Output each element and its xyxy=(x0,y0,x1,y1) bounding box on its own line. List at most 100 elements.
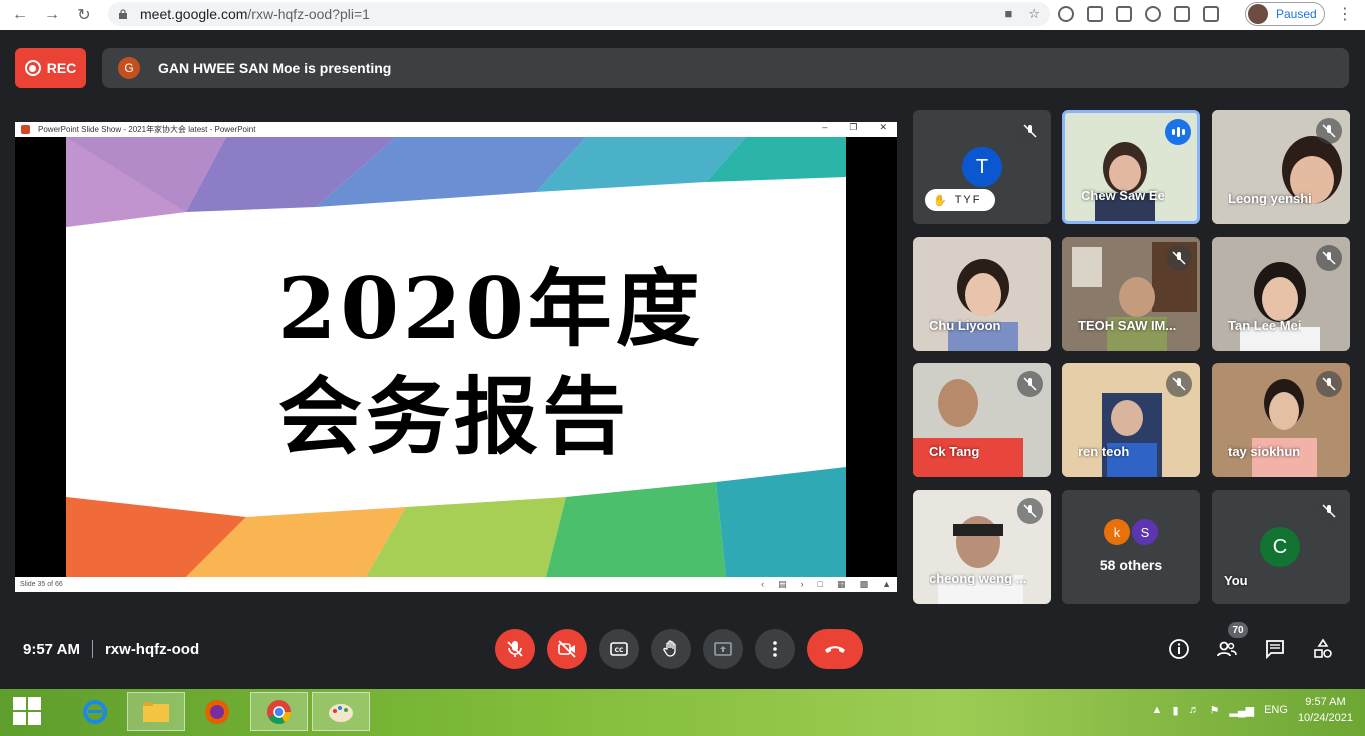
chat-button[interactable] xyxy=(1263,637,1287,661)
mic-off-icon xyxy=(1017,371,1043,397)
network-icon[interactable]: ▂▄▆ xyxy=(1229,704,1254,717)
participant-count-badge: 70 xyxy=(1228,622,1248,638)
raised-hand-icon: ✋ xyxy=(933,194,949,207)
mic-off-icon xyxy=(1017,118,1043,144)
extension-shield-icon[interactable] xyxy=(1116,6,1132,22)
participant-name: You xyxy=(1224,573,1248,588)
mic-off-icon xyxy=(1316,371,1342,397)
participant-tile[interactable]: ren teoh xyxy=(1062,363,1200,477)
battery-icon[interactable]: ▮ xyxy=(1172,704,1178,717)
participant-tile[interactable]: cheong weng ... xyxy=(913,490,1051,604)
show-hidden-icons[interactable]: ▲ xyxy=(1152,704,1163,716)
ppt-window-title: PowerPoint Slide Show - 2021年家协大会 latest… xyxy=(38,125,256,134)
info-icon xyxy=(1169,639,1189,659)
clock-time: 9:57 AM xyxy=(1305,696,1346,708)
meeting-time: 9:57 AM xyxy=(23,640,80,658)
slide: 2020年度 会务报告 xyxy=(66,137,846,577)
leave-call-button[interactable] xyxy=(807,629,863,669)
toggle-camera-button[interactable] xyxy=(547,629,587,669)
lock-icon xyxy=(119,9,127,19)
captions-icon: CC xyxy=(610,642,628,656)
url-path: /rxw-hqfz-ood?pli=1 xyxy=(247,6,370,22)
flag-icon[interactable]: ⚑ xyxy=(1210,704,1220,717)
present-icon xyxy=(714,642,732,656)
mic-off-icon xyxy=(1316,245,1342,271)
taskbar-explorer[interactable] xyxy=(127,692,185,731)
taskbar-ie[interactable] xyxy=(66,692,124,731)
presenter-avatar: G xyxy=(118,57,140,79)
firefox-icon xyxy=(205,699,229,724)
profile-status: Paused xyxy=(1276,7,1317,21)
reading-list-icon[interactable] xyxy=(1203,6,1219,22)
input-language[interactable]: ENG xyxy=(1264,704,1288,716)
activities-button[interactable] xyxy=(1311,637,1335,661)
participant-name: ren teoh xyxy=(1078,444,1130,459)
close-icon: ✕ xyxy=(879,122,887,132)
camera-blocked-icon[interactable]: ■ xyxy=(1004,6,1012,22)
internet-explorer-icon xyxy=(83,699,107,724)
svg-text:CC: CC xyxy=(615,647,624,654)
participant-tile[interactable]: TEOH SAW IM... xyxy=(1062,237,1200,351)
forward-icon[interactable]: → xyxy=(36,0,68,30)
hang-up-icon xyxy=(825,646,845,653)
mic-off-icon xyxy=(1316,498,1342,524)
participant-tile[interactable]: Leong yenshi xyxy=(1212,110,1350,224)
ppt-statusbar: Slide 35 of 66 ‹ ▤ › □ ▦ ▩ ▲ xyxy=(15,577,897,592)
meeting-details-button[interactable] xyxy=(1167,637,1191,661)
slideshow-icon: ▲ xyxy=(882,579,891,589)
raise-hand-button[interactable] xyxy=(651,629,691,669)
participant-tile[interactable]: Chew Saw Ee xyxy=(1062,110,1200,224)
taskbar-clock[interactable]: 9:57 AM 10/24/2021 xyxy=(1298,694,1353,726)
participant-tile[interactable]: tay siokhun xyxy=(1212,363,1350,477)
rec-label: REC xyxy=(46,60,77,76)
extension-info-icon[interactable] xyxy=(1058,6,1074,22)
chrome-icon xyxy=(267,699,291,724)
next-slide-icon: › xyxy=(800,579,804,589)
browser-menu-icon[interactable]: ⋮ xyxy=(1337,4,1353,24)
slide-title-line1: 2020年度 xyxy=(278,259,704,358)
participant-name: tay siokhun xyxy=(1228,444,1301,459)
recording-badge[interactable]: REC xyxy=(15,48,86,88)
participant-name: Tan Lee Mei xyxy=(1228,318,1302,333)
browser-toolbar: ← → ↻ meet.google.com/rxw-hqfz-ood?pli=1… xyxy=(0,0,1365,30)
powerpoint-icon xyxy=(21,125,30,134)
toggle-mic-button[interactable] xyxy=(495,629,535,669)
participant-tile[interactable]: Ck Tang xyxy=(913,363,1051,477)
restore-icon: ❐ xyxy=(849,122,858,132)
sorter-view-icon: ▦ xyxy=(837,579,846,589)
taskbar-firefox[interactable] xyxy=(188,692,246,731)
address-bar[interactable]: meet.google.com/rxw-hqfz-ood?pli=1 ■ ☆ xyxy=(108,2,1050,26)
profile-button[interactable]: Paused xyxy=(1245,2,1325,26)
more-options-button[interactable] xyxy=(755,629,795,669)
meeting-details: 9:57 AM rxw-hqfz-ood xyxy=(23,640,199,658)
reload-icon[interactable]: ↻ xyxy=(68,0,100,30)
presenting-banner: G GAN HWEE SAN Moe is presenting xyxy=(102,48,1349,88)
self-tile[interactable]: C You xyxy=(1212,490,1350,604)
mic-off-icon xyxy=(507,641,523,657)
participant-tile[interactable]: T ✋ TYF xyxy=(913,110,1051,224)
presentation-stream: PowerPoint Slide Show - 2021年家协大会 latest… xyxy=(15,122,897,592)
extension-dropbox-icon[interactable] xyxy=(1087,6,1103,22)
activities-icon xyxy=(1314,638,1332,658)
people-button[interactable] xyxy=(1215,637,1239,661)
minimize-icon: – xyxy=(822,122,828,132)
start-button[interactable] xyxy=(13,697,41,725)
speaking-indicator-icon xyxy=(1165,119,1191,145)
participant-tile[interactable]: Tan Lee Mei xyxy=(1212,237,1350,351)
participant-tile[interactable]: Chu Liyoon xyxy=(913,237,1051,351)
captions-button[interactable]: CC xyxy=(599,629,639,669)
taskbar-paint[interactable] xyxy=(312,692,370,731)
mic-off-icon xyxy=(1017,498,1043,524)
taskbar-chrome[interactable] xyxy=(250,692,308,731)
extension-skype-icon[interactable] xyxy=(1145,6,1161,22)
more-vert-icon xyxy=(773,641,777,657)
record-icon xyxy=(24,60,41,76)
participant-name: Chu Liyoon xyxy=(929,318,1001,333)
present-now-button[interactable] xyxy=(703,629,743,669)
volume-icon[interactable]: ♬ xyxy=(1189,704,1200,716)
back-icon[interactable]: ← xyxy=(4,0,36,30)
extensions-puzzle-icon[interactable] xyxy=(1174,6,1190,22)
ppt-titlebar: PowerPoint Slide Show - 2021年家协大会 latest… xyxy=(15,122,897,137)
others-tile[interactable]: k S 58 others xyxy=(1062,490,1200,604)
bookmark-star-icon[interactable]: ☆ xyxy=(1028,6,1040,22)
